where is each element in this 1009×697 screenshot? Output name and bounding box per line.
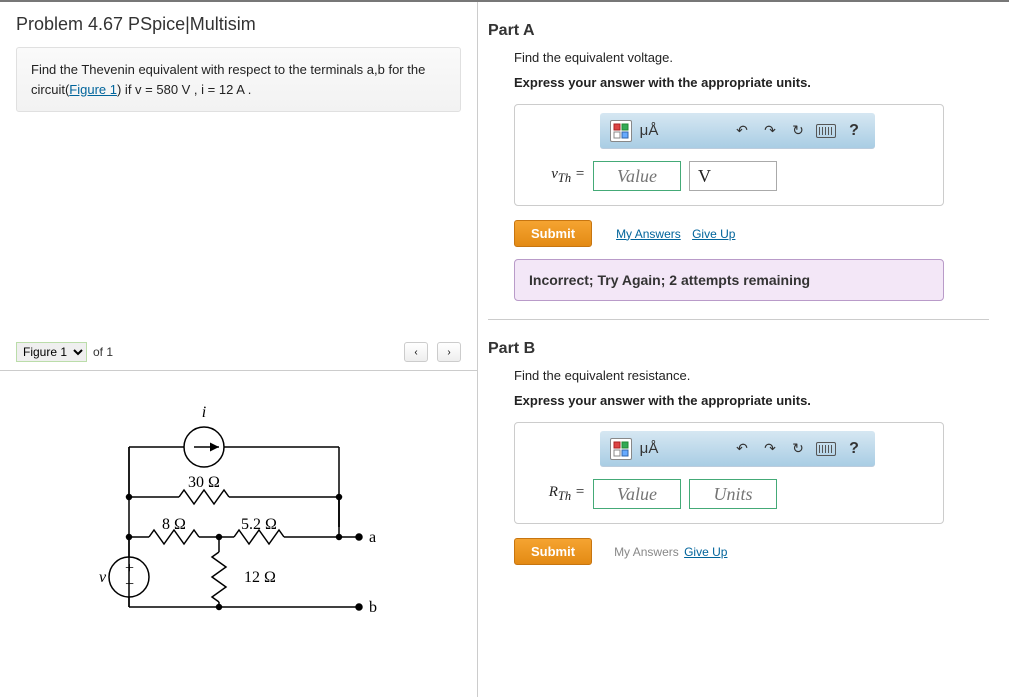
redo-button[interactable]: ↷: [759, 438, 781, 460]
part-b-submit-button[interactable]: Submit: [514, 538, 592, 565]
templates-icon[interactable]: [610, 438, 632, 460]
label-r8: 8 Ω: [162, 516, 186, 533]
part-a-title: Part A: [488, 22, 989, 40]
part-a-answer-box: μÅ ↶ ↷ ↻ ? vTh = V: [514, 104, 944, 206]
undo-button[interactable]: ↶: [731, 120, 753, 142]
part-b-units-input[interactable]: [689, 479, 777, 509]
part-b-var-label: RTh =: [535, 484, 585, 504]
part-a-instructions: Express your answer with the appropriate…: [514, 75, 989, 90]
part-b-title: Part B: [488, 340, 989, 358]
figure-area: i 30 Ω 8 Ω 5.2 Ω 12 Ω v + − a b: [0, 370, 477, 697]
label-r30: 30 Ω: [188, 474, 220, 491]
terminal-b: b: [369, 599, 377, 616]
keyboard-icon[interactable]: [815, 120, 837, 142]
part-a-prompt: Find the equivalent voltage.: [514, 50, 989, 65]
part-a-input-row: vTh = V: [535, 161, 943, 191]
part-a-var-label: vTh =: [535, 166, 585, 186]
part-b-button-row: Submit My Answers Give Up: [514, 538, 989, 565]
part-a-answer-links: My Answers Give Up: [614, 227, 735, 241]
keyboard-icon[interactable]: [815, 438, 837, 460]
undo-button[interactable]: ↶: [731, 438, 753, 460]
part-b-answer-box: μÅ ↶ ↷ ↻ ? RTh =: [514, 422, 944, 524]
svg-text:−: −: [125, 576, 134, 593]
figure-select[interactable]: Figure 1: [16, 342, 87, 362]
part-b-value-input[interactable]: [593, 479, 681, 509]
help-button[interactable]: ?: [843, 120, 865, 142]
part-b-answer-links: My Answers Give Up: [614, 545, 727, 559]
redo-button[interactable]: ↷: [759, 120, 781, 142]
part-a-value-input[interactable]: [593, 161, 681, 191]
divider: [488, 319, 989, 320]
left-panel: Problem 4.67 PSpice|Multisim Find the Th…: [0, 2, 478, 697]
app-root: Problem 4.67 PSpice|Multisim Find the Th…: [0, 0, 1009, 697]
desc-post: ) if v = 580 V , i = 12 A .: [117, 82, 251, 97]
part-b-prompt: Find the equivalent resistance.: [514, 368, 989, 383]
figure-selector-row: Figure 1 of 1 ‹ ›: [16, 342, 461, 362]
units-button[interactable]: μÅ: [638, 438, 660, 460]
part-b-input-row: RTh =: [535, 479, 943, 509]
label-r52: 5.2 Ω: [241, 516, 277, 533]
part-a-toolbar: μÅ ↶ ↷ ↻ ?: [600, 113, 875, 149]
part-b-my-answers: My Answers: [614, 545, 679, 559]
part-a-submit-button[interactable]: Submit: [514, 220, 592, 247]
part-a-my-answers-link[interactable]: My Answers: [616, 227, 681, 241]
reset-button[interactable]: ↻: [787, 438, 809, 460]
part-b: Part B Find the equivalent resistance. E…: [488, 340, 989, 565]
figure-prev-button[interactable]: ‹: [404, 342, 428, 362]
figure-count: of 1: [93, 345, 113, 359]
part-a: Part A Find the equivalent voltage. Expr…: [488, 22, 989, 301]
label-i: i: [201, 404, 205, 421]
part-a-give-up-link[interactable]: Give Up: [692, 227, 735, 241]
help-button[interactable]: ?: [843, 438, 865, 460]
problem-title: Problem 4.67 PSpice|Multisim: [0, 2, 477, 43]
circuit-diagram: i 30 Ω 8 Ω 5.2 Ω 12 Ω v + − a b: [69, 387, 409, 647]
svg-text:+: +: [125, 560, 134, 577]
terminal-a: a: [369, 529, 376, 546]
part-a-unit-display[interactable]: V: [689, 161, 777, 191]
problem-description: Find the Thevenin equivalent with respec…: [16, 47, 461, 112]
figure-next-button[interactable]: ›: [437, 342, 461, 362]
part-b-give-up-link[interactable]: Give Up: [684, 545, 727, 559]
part-b-instructions: Express your answer with the appropriate…: [514, 393, 989, 408]
figure-link[interactable]: Figure 1: [69, 82, 117, 97]
reset-button[interactable]: ↻: [787, 120, 809, 142]
label-r12: 12 Ω: [244, 569, 276, 586]
part-a-feedback: Incorrect; Try Again; 2 attempts remaini…: [514, 259, 944, 301]
part-b-toolbar: μÅ ↶ ↷ ↻ ?: [600, 431, 875, 467]
part-a-button-row: Submit My Answers Give Up: [514, 220, 989, 247]
right-panel: Part A Find the equivalent voltage. Expr…: [478, 2, 1009, 697]
label-v: v: [99, 569, 107, 586]
units-button[interactable]: μÅ: [638, 120, 660, 142]
templates-icon[interactable]: [610, 120, 632, 142]
